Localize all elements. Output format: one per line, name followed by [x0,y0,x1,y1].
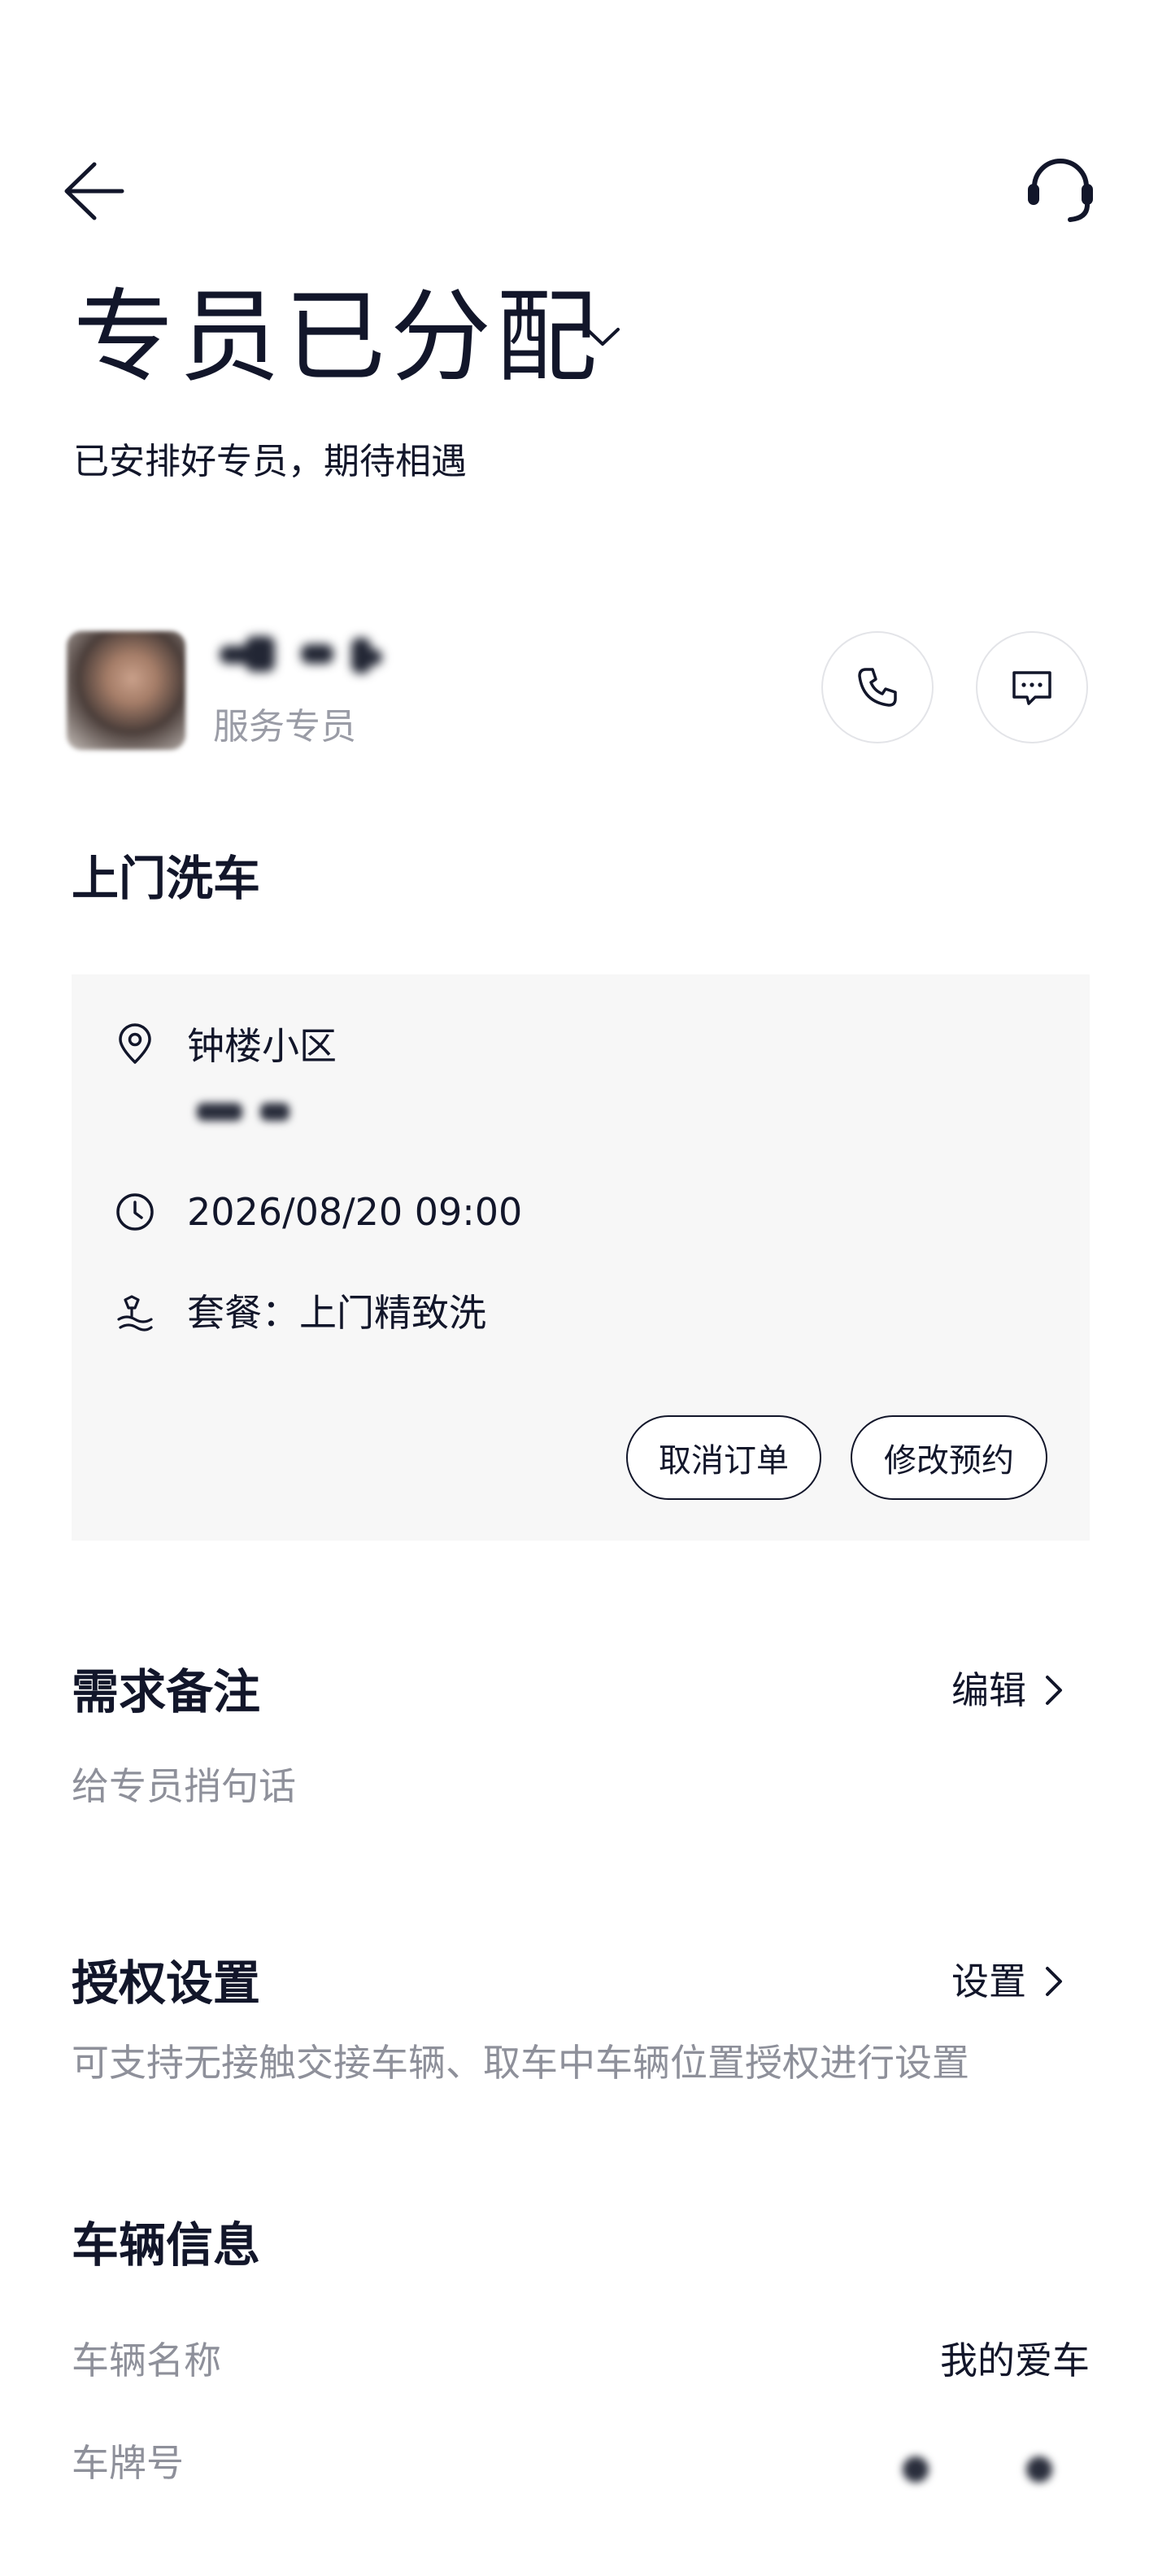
order-status-title: 专员已分配 [73,279,603,396]
message-icon [1012,671,1051,705]
order-status-subtitle: 已安排好专员，期待相遇 [73,441,467,482]
status-expand-button[interactable] [582,321,623,354]
authorization-settings-button[interactable]: 设置 [951,1957,1075,2006]
remarks-title: 需求备注 [72,1664,261,1720]
vehicle-name-label: 车辆名称 [72,2338,221,2382]
authorization-settings-label: 设置 [951,1959,1026,2003]
arrow-left-icon [64,162,124,220]
location-pin-icon [119,1023,151,1064]
plate-number-redacted [903,2456,929,2482]
service-package: 套餐：上门精致洗 [187,1291,486,1335]
address-detail-redacted [192,1098,298,1126]
cancel-order-button[interactable]: 取消订单 [626,1415,821,1500]
authorization-title: 授权设置 [72,1955,261,2011]
service-address: 钟楼小区 [187,1024,337,1068]
message-button[interactable] [976,631,1088,743]
call-button[interactable] [821,631,934,743]
edit-remarks-label: 编辑 [951,1668,1026,1712]
authorization-description: 可支持无接触交接车辆、取车中车辆位置授权进行设置 [72,2041,969,2085]
chevron-right-icon [1046,1676,1062,1705]
customer-service-button[interactable] [1020,150,1101,231]
chevron-down-icon [586,328,620,346]
chevron-right-icon [1046,1967,1062,1996]
vehicle-name-value: 我的爱车 [940,2338,1090,2382]
vehicle-info-title: 车辆信息 [72,2217,261,2273]
car-wash-icon [117,1295,153,1332]
specialist-name-redacted [213,633,392,678]
avatar [67,631,185,750]
service-title: 上门洗车 [72,851,261,906]
headset-icon [1028,159,1093,222]
edit-remarks-button[interactable]: 编辑 [951,1666,1075,1715]
service-datetime: 2026/08/20 09:00 [187,1190,523,1234]
back-button[interactable] [59,155,132,228]
phone-icon [858,668,897,707]
remarks-placeholder[interactable]: 给专员捎句话 [72,1762,296,1811]
clock-icon [116,1193,154,1231]
modify-appointment-button[interactable]: 修改预约 [851,1415,1047,1500]
specialist-role: 服务专员 [213,706,356,748]
plate-number-redacted [1026,2456,1052,2482]
plate-number-label: 车牌号 [72,2441,184,2485]
